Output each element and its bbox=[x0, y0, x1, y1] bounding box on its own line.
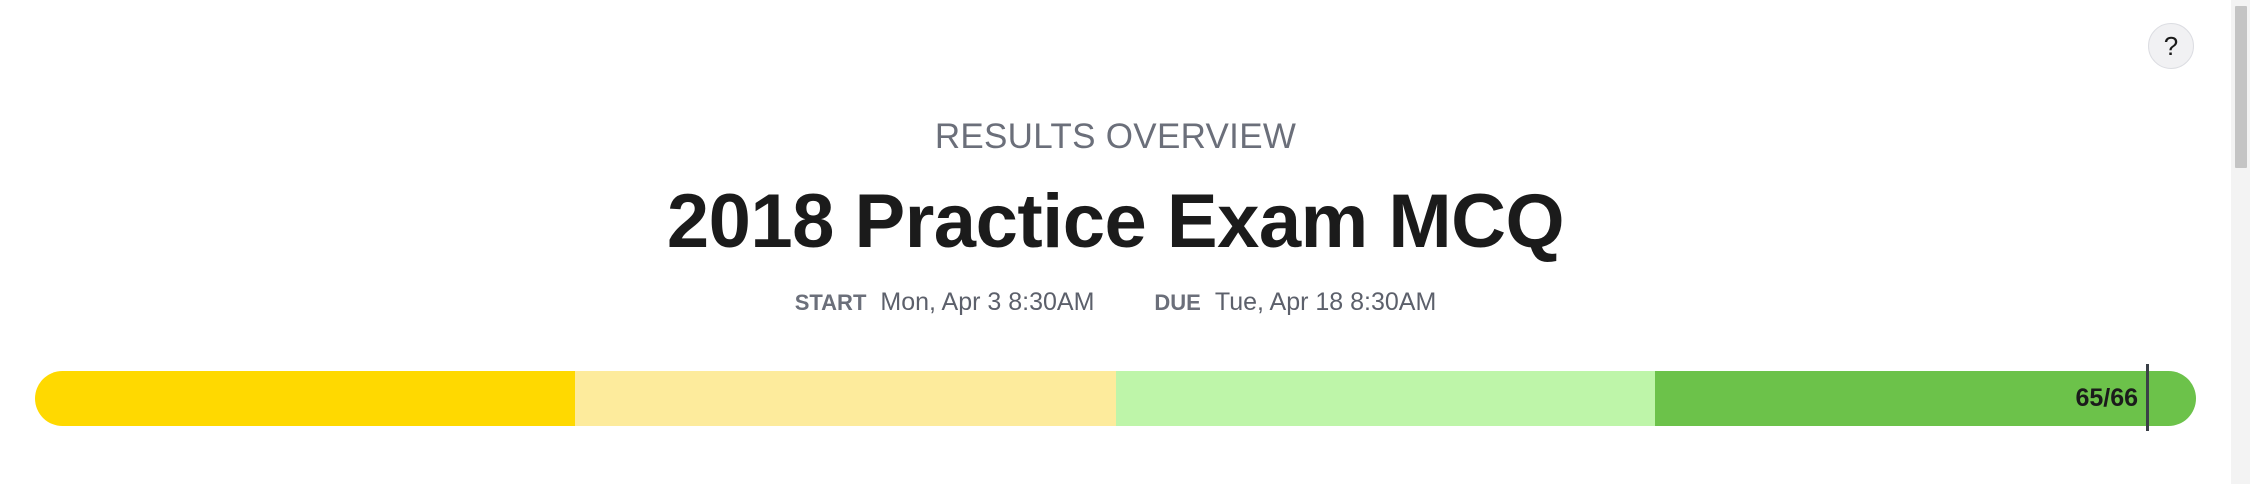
exam-dates: START Mon, Apr 3 8:30AM DUE Tue, Apr 18 … bbox=[0, 288, 2231, 317]
due-value: Tue, Apr 18 8:30AM bbox=[1214, 288, 1437, 316]
scrollbar-thumb[interactable] bbox=[2235, 6, 2247, 168]
score-label: 65/66 bbox=[2075, 384, 2138, 412]
start-label: START bbox=[794, 290, 867, 315]
exam-title: 2018 Practice Exam MCQ bbox=[666, 179, 1565, 264]
help-button[interactable]: ? bbox=[2148, 23, 2194, 69]
score-marker bbox=[2146, 364, 2149, 431]
results-overview-page: ? RESULTS OVERVIEW 2018 Practice Exam MC… bbox=[0, 0, 2250, 484]
section-eyebrow: RESULTS OVERVIEW bbox=[934, 117, 1297, 156]
due-label: DUE bbox=[1154, 290, 1201, 315]
start-value: Mon, Apr 3 8:30AM bbox=[880, 288, 1095, 316]
help-icon: ? bbox=[2163, 30, 2179, 61]
